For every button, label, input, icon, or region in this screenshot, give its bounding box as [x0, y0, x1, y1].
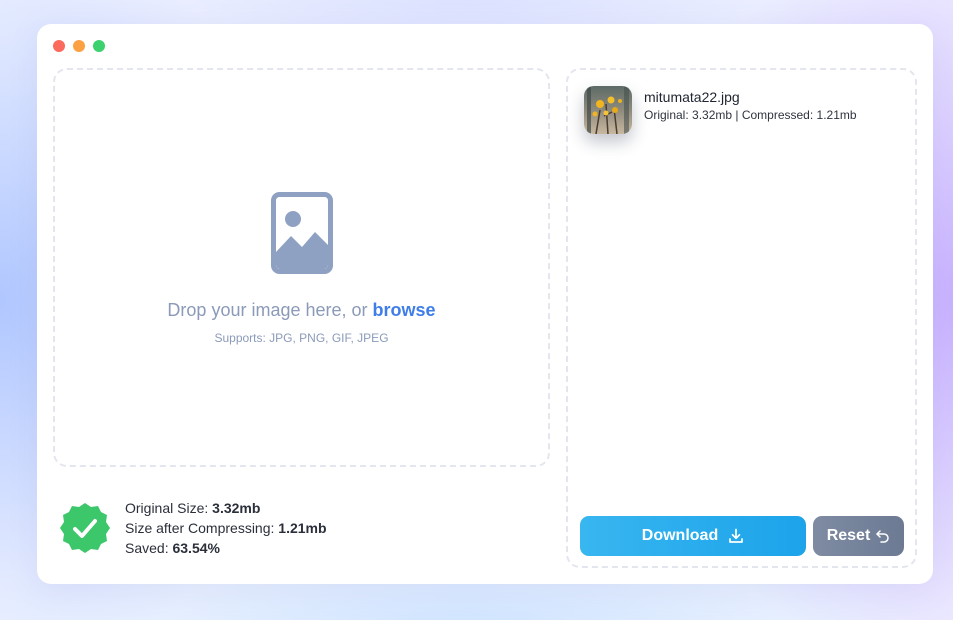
supported-formats: Supports: JPG, PNG, GIF, JPEG: [214, 331, 389, 345]
maximize-window-button[interactable]: [93, 40, 105, 52]
drop-instructions: Drop your image here, or browse: [167, 300, 435, 321]
image-dropzone[interactable]: Drop your image here, or browse Supports…: [53, 68, 550, 467]
saved-value: 63.54%: [172, 540, 220, 556]
window-controls: [53, 40, 105, 52]
image-icon: [270, 192, 333, 274]
file-item[interactable]: mitumata22.jpg Original: 3.32mb | Compre…: [584, 86, 857, 134]
download-icon: [729, 528, 744, 543]
app-window: Drop your image here, or browse Supports…: [37, 24, 933, 584]
compressed-files-panel: mitumata22.jpg Original: 3.32mb | Compre…: [566, 68, 917, 568]
reset-button[interactable]: Reset: [813, 516, 904, 556]
minimize-window-button[interactable]: [73, 40, 85, 52]
original-size-value: 3.32mb: [212, 500, 261, 516]
original-size-row: Original Size: 3.32mb: [125, 498, 327, 518]
image-thumbnail: [584, 86, 632, 134]
check-badge-icon: [60, 503, 110, 553]
original-size-label: Original Size:: [125, 500, 209, 516]
undo-icon: [876, 529, 890, 543]
browse-link[interactable]: browse: [373, 300, 436, 320]
saved-row: Saved: 63.54%: [125, 538, 327, 558]
reset-label: Reset: [826, 527, 871, 544]
close-window-button[interactable]: [53, 40, 65, 52]
compression-stats: Original Size: 3.32mb Size after Compres…: [59, 498, 327, 558]
download-label: Download: [641, 527, 719, 544]
file-name: mitumata22.jpg: [644, 89, 740, 105]
compressed-size-label: Size after Compressing:: [125, 520, 275, 536]
file-sizes: Original: 3.32mb | Compressed: 1.21mb: [644, 108, 857, 122]
compressed-size-row: Size after Compressing: 1.21mb: [125, 518, 327, 538]
compressed-size-value: 1.21mb: [278, 520, 327, 536]
download-button[interactable]: Download: [580, 516, 806, 556]
saved-label: Saved:: [125, 540, 169, 556]
stat-lines: Original Size: 3.32mb Size after Compres…: [125, 498, 327, 558]
drop-prompt: Drop your image here, or: [167, 300, 368, 320]
file-meta: mitumata22.jpg Original: 3.32mb | Compre…: [644, 86, 857, 134]
